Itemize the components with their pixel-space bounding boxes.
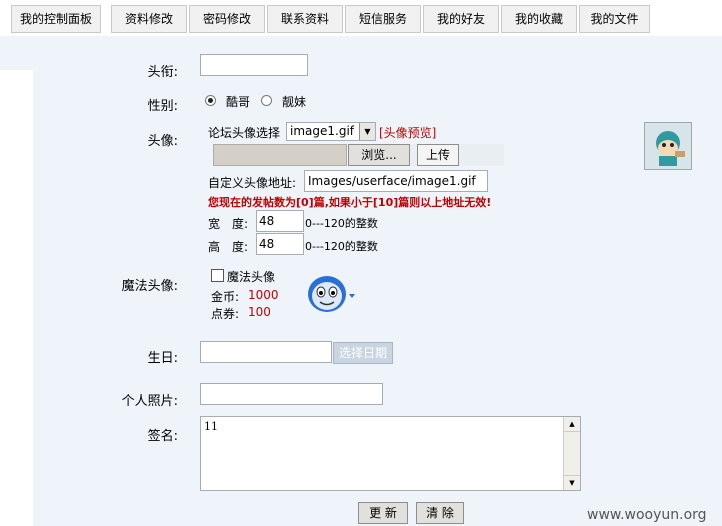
gender-female-label: 靓妹: [282, 95, 307, 109]
gold-value: 1000: [248, 288, 279, 302]
gender-male-radio[interactable]: [205, 95, 216, 106]
forum-avatar-label: 论坛头像选择: [208, 126, 281, 140]
chevron-down-icon[interactable]: ▼: [359, 123, 375, 140]
avatar-select[interactable]: image1.gif ▼: [286, 122, 376, 141]
birthday-label: 生日:: [147, 351, 178, 366]
magic-avatar-checkbox[interactable]: [211, 269, 224, 282]
width-label: 宽 度:: [208, 217, 249, 231]
custom-avatar-input[interactable]: Images/userface/image1.gif: [304, 170, 488, 192]
avatar-select-value: image1.gif: [290, 124, 355, 138]
signature-textarea[interactable]: 11 ▲ ▼: [200, 416, 581, 491]
magic-avatar-label: 魔法头像:: [121, 279, 178, 294]
magic-avatar-image[interactable]: [306, 272, 358, 316]
width-input[interactable]: 48: [256, 210, 304, 232]
title-input[interactable]: [200, 54, 308, 76]
custom-avatar-label: 自定义头像地址:: [208, 176, 297, 190]
tab-control-panel[interactable]: 我的控制面板: [11, 5, 101, 33]
tab-messages[interactable]: 短信服务: [345, 5, 421, 33]
magic-avatar-checkbox-label: 魔法头像: [227, 270, 276, 284]
scroll-up-icon[interactable]: ▲: [564, 417, 580, 432]
tab-favorites[interactable]: 我的收藏: [501, 5, 577, 33]
gender-male-label: 酷哥: [226, 95, 251, 109]
left-band: [0, 36, 33, 70]
browse-button[interactable]: 浏览...: [348, 144, 410, 166]
points-label: 点券:: [211, 307, 240, 321]
tab-bar: 我的控制面板 资料修改 密码修改 联系资料 短信服务 我的好友 我的收藏 我的文…: [0, 0, 722, 36]
avatar-preview-link[interactable]: [头像预览]: [379, 124, 436, 141]
file-path-input[interactable]: [213, 144, 347, 166]
select-date-button[interactable]: 选择日期: [333, 342, 393, 364]
avatar-label: 头像:: [147, 134, 178, 149]
update-button[interactable]: 更 新: [358, 502, 408, 524]
points-value: 100: [248, 305, 271, 319]
title-label: 头衔:: [147, 65, 178, 80]
signature-scrollbar[interactable]: ▲ ▼: [563, 417, 580, 490]
birthday-input[interactable]: [200, 341, 332, 363]
signature-label: 签名:: [147, 429, 178, 444]
tab-contact-info[interactable]: 联系资料: [267, 5, 343, 33]
avatar-preview-image: [644, 122, 692, 170]
tab-profile-edit[interactable]: 资料修改: [111, 5, 187, 33]
signature-text: 11: [204, 420, 218, 433]
tab-files[interactable]: 我的文件: [579, 5, 650, 33]
gender-label: 性别:: [147, 99, 178, 114]
upload-button[interactable]: 上传: [417, 144, 459, 166]
scroll-down-icon[interactable]: ▼: [564, 475, 580, 490]
tab-password-edit[interactable]: 密码修改: [189, 5, 265, 33]
height-label: 高 度:: [208, 240, 249, 254]
watermark: www.wooyun.org: [587, 507, 707, 523]
gender-female-radio[interactable]: [261, 95, 272, 106]
height-input[interactable]: 48: [256, 233, 304, 255]
photo-input[interactable]: [200, 383, 383, 405]
photo-label: 个人照片:: [121, 394, 178, 409]
tab-friends[interactable]: 我的好友: [423, 5, 499, 33]
gold-label: 金币:: [211, 290, 240, 304]
post-count-warning: 您现在的发帖数为[0]篇,如果小于[10]篇则以上地址无效!: [208, 196, 492, 209]
width-hint: 0---120的整数: [305, 217, 378, 230]
clear-button[interactable]: 清 除: [416, 502, 464, 524]
height-hint: 0---120的整数: [305, 240, 378, 253]
